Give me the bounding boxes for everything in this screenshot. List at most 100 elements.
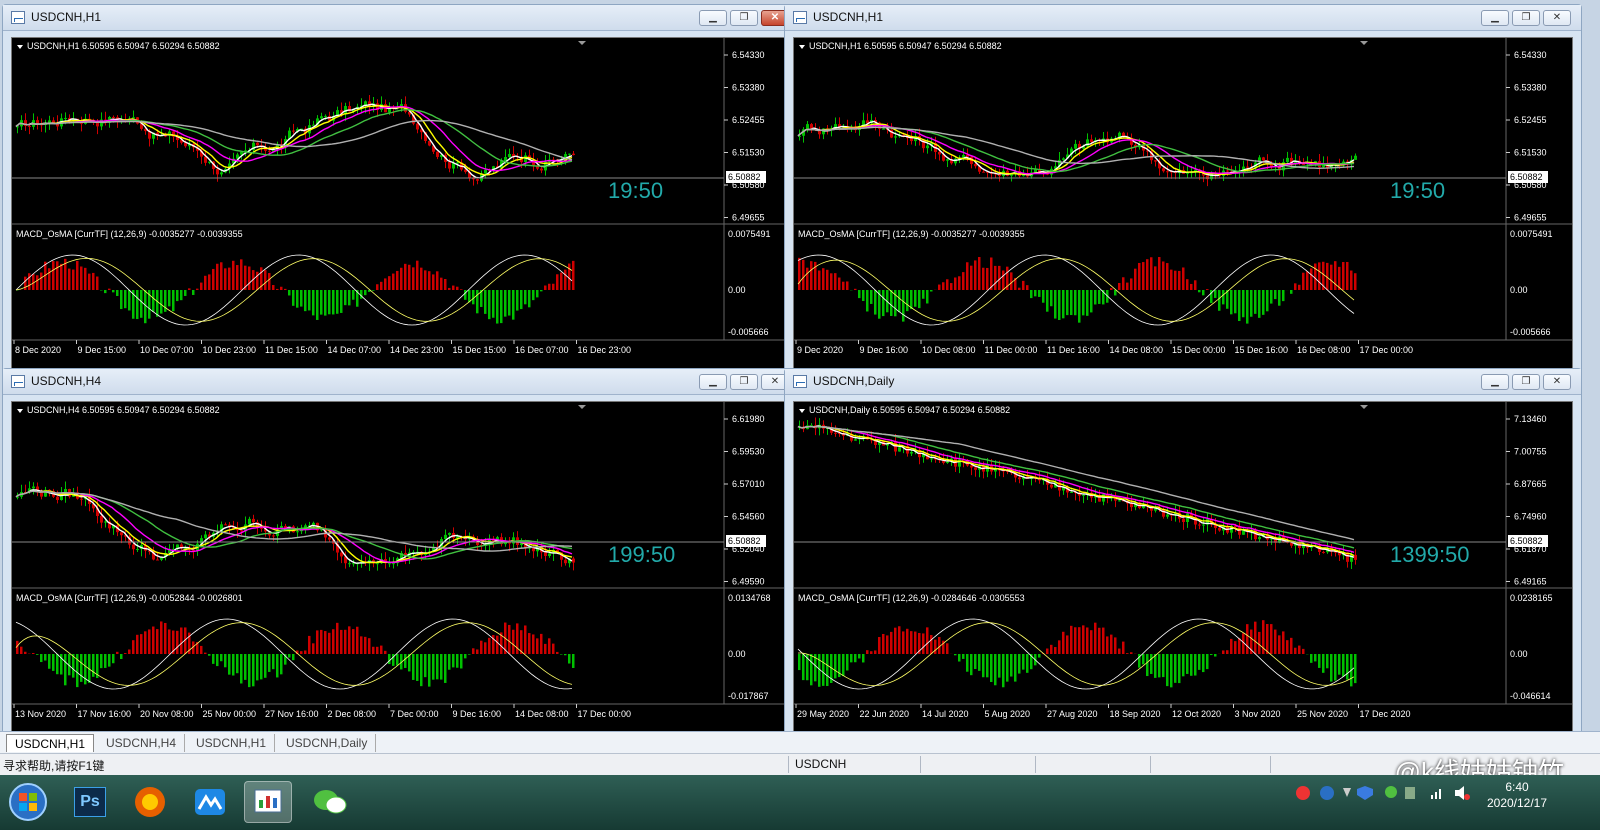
chart-window-h1-a[interactable]: USDCNH,H1 ▁ ❐ ✕ 6.50882 6.54330 6.53380 6.5… bbox=[2, 4, 800, 376]
macd-level-label: 0.0075491 bbox=[1510, 229, 1553, 239]
macd-histogram-bar bbox=[552, 643, 555, 654]
macd-histogram-bar bbox=[284, 288, 287, 290]
price-chart[interactable]: 6.508826.543306.533806.524556.515306.505… bbox=[794, 38, 1572, 368]
macd-histogram-bar bbox=[1018, 654, 1021, 674]
macd-histogram-bar bbox=[40, 654, 43, 663]
macd-histogram-bar bbox=[1118, 282, 1121, 290]
macd-histogram-bar bbox=[68, 268, 71, 290]
macd-histogram-bar bbox=[1190, 283, 1193, 290]
macd-histogram-bar bbox=[1150, 654, 1153, 674]
wechat-icon[interactable] bbox=[306, 781, 354, 823]
chart-header: USDCNH,Daily 6.50595 6.50947 6.50294 6.5… bbox=[809, 405, 1010, 415]
price-chart[interactable]: 6.508826.543306.533806.524556.515306.505… bbox=[12, 38, 790, 368]
start-orb-icon[interactable] bbox=[4, 781, 52, 823]
minimize-button[interactable]: ▁ bbox=[699, 374, 727, 390]
macd-histogram-bar bbox=[1122, 641, 1125, 654]
macd-histogram-bar bbox=[1290, 290, 1293, 294]
chart-body[interactable]: 6.50882 6.61980 6.59530 6.57010 6.54560 6.520… bbox=[11, 401, 791, 733]
price-level-label: 6.50580 bbox=[732, 180, 765, 190]
clock[interactable]: 6:40 2020/12/17 bbox=[1482, 779, 1552, 811]
macd-histogram-bar bbox=[236, 265, 239, 290]
macd-histogram-bar bbox=[938, 284, 941, 290]
macd-histogram-bar bbox=[336, 622, 339, 654]
chart-app-icon[interactable] bbox=[244, 781, 292, 823]
macd-histogram-bar bbox=[1098, 627, 1101, 654]
close-button[interactable]: ✕ bbox=[1543, 374, 1571, 390]
macd-histogram-bar bbox=[308, 635, 311, 654]
macd-histogram-bar bbox=[1066, 290, 1069, 316]
macd-histogram-bar bbox=[1046, 290, 1049, 312]
macd-histogram-bar bbox=[1026, 285, 1029, 290]
window-title: USDCNH,H1 bbox=[813, 10, 884, 24]
photoshop-icon[interactable]: Ps bbox=[66, 781, 114, 823]
close-button[interactable]: ✕ bbox=[1543, 10, 1571, 26]
macd-histogram-bar bbox=[280, 286, 283, 290]
minimize-button[interactable]: ▁ bbox=[699, 10, 727, 26]
macd-histogram-bar bbox=[416, 654, 419, 681]
macd-histogram-bar bbox=[312, 643, 315, 654]
macd-histogram-bar bbox=[264, 270, 267, 290]
macd-histogram-bar bbox=[930, 634, 933, 654]
chart-window-h4[interactable]: USDCNH,H4 ▁ ❐ ✕ 6.50882 6.61980 6.59530 6.5… bbox=[2, 368, 800, 740]
restore-button[interactable]: ❐ bbox=[1512, 10, 1540, 26]
restore-button[interactable]: ❐ bbox=[730, 10, 758, 26]
macd-histogram-bar bbox=[432, 654, 435, 680]
candle-body bbox=[1090, 139, 1093, 142]
candle-body bbox=[508, 154, 511, 158]
time-label: 2 Dec 08:00 bbox=[328, 709, 377, 719]
firefox-icon[interactable] bbox=[126, 781, 174, 823]
candle-body bbox=[974, 164, 977, 167]
minimize-button[interactable]: ▁ bbox=[1481, 10, 1509, 26]
tab-usdcnh-h1-2[interactable]: USDCNH,H1 bbox=[188, 734, 276, 752]
restore-button[interactable]: ❐ bbox=[730, 374, 758, 390]
macd-histogram-bar bbox=[128, 649, 131, 654]
restore-button[interactable]: ❐ bbox=[1512, 374, 1540, 390]
price-chart[interactable]: 6.508827.134607.007556.876656.749606.618… bbox=[794, 402, 1572, 732]
macd-histogram-bar bbox=[200, 645, 203, 654]
macd-level-label: 0.0075491 bbox=[728, 229, 771, 239]
candle-body bbox=[388, 563, 391, 565]
macd-histogram-bar bbox=[1014, 654, 1017, 682]
macd-histogram-bar bbox=[1098, 290, 1101, 304]
price-chart[interactable]: 6.508826.619806.595306.570106.545606.520… bbox=[12, 402, 790, 732]
macd-histogram-bar bbox=[464, 290, 467, 300]
metatrader-icon[interactable] bbox=[186, 781, 234, 823]
window-titlebar[interactable]: USDCNH,H1 ▁ ❐ ✕ bbox=[785, 5, 1581, 31]
macd-histogram-bar bbox=[180, 627, 183, 654]
macd-histogram-bar bbox=[1206, 654, 1209, 670]
macd-histogram-bar bbox=[1274, 290, 1277, 300]
chart-body[interactable]: 6.50882 7.13460 7.00755 6.87665 6.74960 6.618… bbox=[793, 401, 1573, 733]
tab-usdcnh-daily[interactable]: USDCNH,Daily bbox=[278, 734, 377, 752]
candle-body bbox=[448, 161, 451, 169]
macd-histogram-bar bbox=[572, 654, 575, 668]
macd-histogram-bar bbox=[1262, 290, 1265, 315]
candle-body bbox=[104, 521, 107, 523]
candle-body bbox=[28, 125, 31, 127]
macd-histogram-bar bbox=[1198, 654, 1201, 670]
macd-histogram-bar bbox=[1126, 282, 1129, 290]
macd-histogram-bar bbox=[360, 636, 363, 654]
chart-body[interactable]: 6.50882 6.54330 6.53380 6.52455 6.51530 6.505… bbox=[11, 37, 791, 369]
macd-histogram-bar bbox=[360, 290, 363, 299]
macd-histogram-bar bbox=[304, 650, 307, 654]
time-label: 7 Dec 00:00 bbox=[390, 709, 439, 719]
macd-histogram-bar bbox=[1302, 648, 1305, 654]
candle-body bbox=[32, 486, 35, 489]
minimize-button[interactable]: ▁ bbox=[1481, 374, 1509, 390]
bar-timer: 199:50 bbox=[608, 542, 675, 567]
chart-window-h1-b[interactable]: USDCNH,H1 ▁ ❐ ✕ 6.50882 6.54330 6.53380 6.5… bbox=[784, 4, 1582, 376]
macd-histogram-bar bbox=[476, 649, 479, 654]
macd-histogram-bar bbox=[540, 290, 543, 292]
macd-histogram-bar bbox=[1142, 262, 1145, 290]
macd-histogram-bar bbox=[328, 290, 331, 315]
chart-body[interactable]: 6.50882 6.54330 6.53380 6.52455 6.51530 6.505… bbox=[793, 37, 1573, 369]
window-titlebar[interactable]: USDCNH,H4 ▁ ❐ ✕ bbox=[3, 369, 799, 395]
tab-usdcnh-h1[interactable]: USDCNH,H1 bbox=[6, 734, 95, 752]
time-label: 14 Dec 08:00 bbox=[515, 709, 569, 719]
window-titlebar[interactable]: USDCNH,H1 ▁ ❐ ✕ bbox=[3, 5, 799, 31]
macd-histogram-bar bbox=[160, 290, 163, 314]
tab-usdcnh-h4[interactable]: USDCNH,H4 bbox=[98, 734, 186, 752]
chart-window-daily[interactable]: USDCNH,Daily ▁ ❐ ✕ 6.50882 7.13460 7.00755… bbox=[784, 368, 1582, 740]
window-titlebar[interactable]: USDCNH,Daily ▁ ❐ ✕ bbox=[785, 369, 1581, 395]
system-tray-icons[interactable] bbox=[1295, 783, 1485, 803]
